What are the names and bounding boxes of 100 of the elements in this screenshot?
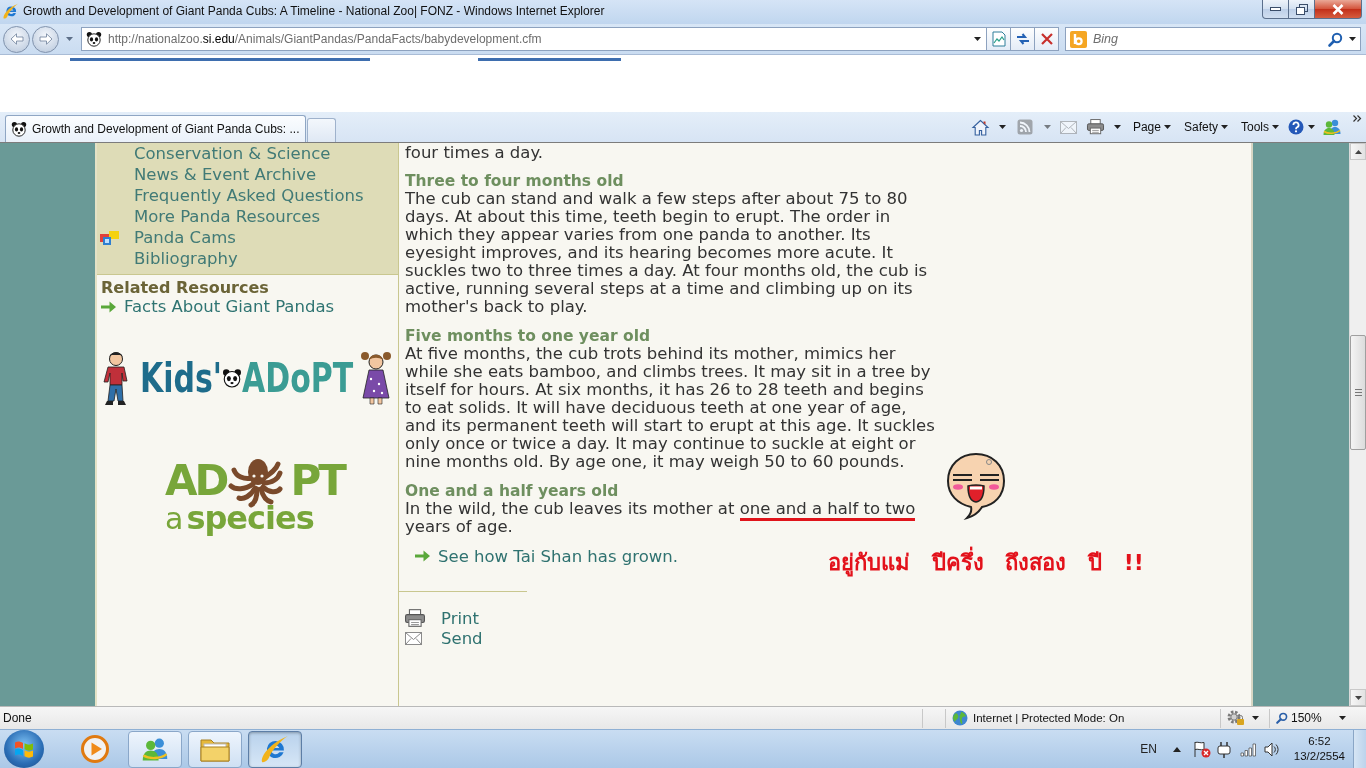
section-heading: One and a half years old: [405, 482, 620, 500]
back-button[interactable]: [3, 25, 30, 53]
signal-icon: [1240, 742, 1256, 756]
nav-link[interactable]: Frequently Asked Questions: [134, 186, 364, 205]
restore-button[interactable]: [1289, 0, 1315, 19]
grip-icon: [1354, 389, 1362, 396]
folder-icon: [200, 736, 230, 762]
nav-link[interactable]: Conservation & Science: [134, 144, 331, 163]
up-triangle-icon: [1354, 149, 1362, 154]
forward-arrow-icon: [38, 33, 53, 45]
play-icon: [81, 735, 109, 763]
people-icon: [1323, 118, 1341, 136]
search-options-button[interactable]: [1349, 37, 1356, 41]
paragraph: The cub can stand and walk a few steps after about 75 to 80 days. At about this time, teeth begin to erupt. The order in which they appear varies from one panda to another. Its eyesight improves, and its hearing becomes more acute. It suckles two to three times a day. At four months old, the cub is active, running several steps at a time and climbing up on its mother's back to play.: [405, 190, 929, 316]
nav-link[interactable]: Bibliography: [134, 249, 238, 268]
right-arrow-icon: [101, 300, 116, 313]
logo-text: Kids': [140, 357, 223, 399]
text-link[interactable]: See how Tai Shan has grown.: [438, 546, 678, 566]
scrollbar[interactable]: [1349, 143, 1366, 706]
nav-link[interactable]: Panda Cams: [134, 228, 236, 247]
gear-lock-icon: [1227, 710, 1245, 726]
start-button[interactable]: [4, 730, 44, 768]
refresh-button[interactable]: [1011, 27, 1035, 51]
stop-icon: [1040, 33, 1053, 45]
clock[interactable]: 6:52 13/2/2554: [1287, 734, 1353, 764]
section-heading: Three to four months old: [405, 172, 625, 190]
search-button[interactable]: [1328, 31, 1343, 47]
panda-face-icon: [11, 121, 27, 137]
scroll-up-button[interactable]: [1350, 143, 1366, 160]
globe-icon: [952, 710, 968, 726]
printer-icon: [405, 609, 425, 627]
envelope-icon: [405, 631, 422, 645]
scroll-thumb[interactable]: [1350, 335, 1366, 450]
paragraph: At five months, the cub trots behind its mother, mimics her while she eats bamboo, and climbs trees. It may sit in a tree by itself for hours. At six months, it has 26 to 28 teeth and begins to eat solids. It will have deciduous teeth at one year of age, and its permanent teeth will start to erupt at this age. It suckles only once or twice a day. It may continue to suckle at eight or nine months old. By age one, it may weigh 50 to 60 pounds.: [405, 345, 936, 471]
search-provider-logo-icon: [1070, 30, 1087, 48]
mail-icon: [1059, 120, 1077, 134]
close-button[interactable]: [1315, 0, 1362, 19]
logo-text: PT: [290, 460, 344, 502]
minimize-icon: [1270, 7, 1281, 11]
menu-button[interactable]: Tools: [1241, 115, 1279, 139]
caret-icon: [974, 37, 981, 41]
caret-icon: [1163, 125, 1171, 129]
caret-icon: [1272, 125, 1279, 129]
related-link[interactable]: Facts About Giant Pandas: [124, 297, 335, 316]
network-button[interactable]: [1240, 742, 1256, 756]
plug-icon: [1216, 740, 1231, 758]
laughing-face-icon: [945, 451, 1007, 519]
action-center-button[interactable]: [1192, 740, 1211, 758]
security-zone-text: Internet | Protected Mode: On: [973, 712, 1125, 724]
logo-text: AD: [165, 460, 227, 502]
people-icon: [142, 736, 168, 762]
logo-text: ADoPT: [242, 357, 354, 399]
section-heading: Five months to one year old: [405, 327, 652, 345]
caret-icon: [1043, 125, 1051, 129]
search-field[interactable]: Bing: [1065, 27, 1361, 51]
panda-face-icon: [86, 31, 102, 47]
language-indicator[interactable]: EN: [1140, 742, 1157, 756]
print-link[interactable]: Print: [441, 608, 479, 628]
annotation-text: อยู่กับแม่ ปีครึ่ง ถึงสอง ปี !!: [828, 545, 1144, 580]
status-text: Done: [2, 711, 33, 725]
caret-icon: [1221, 125, 1228, 129]
forward-button[interactable]: [32, 25, 59, 53]
caret-icon: [998, 125, 1006, 129]
compatibility-button[interactable]: [987, 27, 1011, 51]
power-button[interactable]: [1216, 740, 1231, 758]
menu-button[interactable]: Safety: [1183, 115, 1228, 139]
logo-text: species: [186, 502, 314, 534]
printer-icon: [1086, 119, 1104, 135]
caret-icon: [65, 37, 73, 41]
more-commands-button[interactable]: [1353, 115, 1362, 122]
nav-link[interactable]: More Panda Resources: [134, 207, 321, 226]
chevrons-icon: [1353, 115, 1362, 122]
taskbar-button[interactable]: [248, 730, 302, 768]
close-icon: [1332, 3, 1344, 15]
address-field[interactable]: http://nationalzoo.si.edu/Animals/GiantPandas/PandaFacts/babydevelopment.cfm: [81, 27, 987, 51]
nav-link[interactable]: News & Event Archive: [134, 165, 317, 184]
help-icon: [1288, 119, 1304, 135]
right-arrow-icon: [415, 550, 430, 562]
tab[interactable]: Growth and Development of Giant Panda Cubs: ...: [5, 115, 307, 142]
caret-icon: [1349, 37, 1356, 41]
show-hidden-icons-button[interactable]: [1172, 746, 1181, 752]
volume-button[interactable]: [1263, 741, 1280, 757]
up-triangle-icon: [1172, 746, 1181, 752]
logo-text: a: [165, 504, 184, 534]
zoom-button[interactable]: 150%: [1270, 708, 1350, 728]
feed-icon: [1016, 119, 1033, 135]
minimize-button[interactable]: [1262, 0, 1289, 19]
send-link[interactable]: Send: [441, 628, 483, 648]
browser-logo-icon: [261, 735, 289, 763]
stop-button[interactable]: [1035, 27, 1059, 51]
refresh-icon: [1014, 31, 1031, 47]
back-arrow-icon: [9, 33, 24, 45]
down-triangle-icon: [1354, 695, 1362, 700]
taskbar-button[interactable]: [128, 730, 182, 768]
speaker-icon: [1263, 741, 1280, 757]
scroll-down-button[interactable]: [1350, 689, 1366, 706]
windows-logo-icon: [14, 740, 34, 758]
menu-button[interactable]: Page: [1132, 115, 1171, 139]
window-title: Growth and Development of Giant Panda Cubs: A Timeline - National Zoo| FONZ - Windows Internet Explorer: [23, 4, 605, 18]
paragraph: In the wild, the cub leaves its mother at one and a half to two years of age.: [405, 500, 917, 536]
